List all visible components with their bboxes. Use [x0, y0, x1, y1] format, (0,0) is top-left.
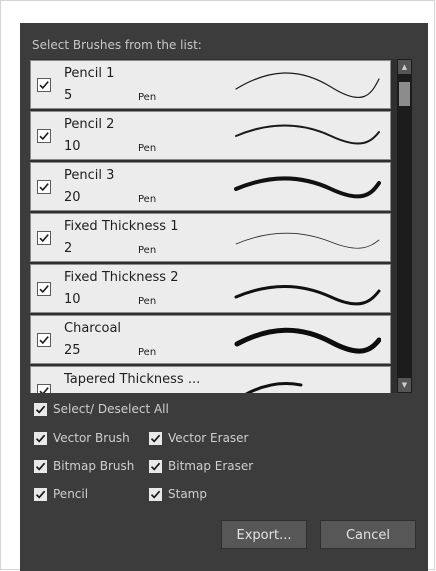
check-icon [150, 462, 161, 471]
scroll-down-arrow-icon[interactable]: ▼ [398, 378, 411, 392]
brush-row-fixed-thickness-1[interactable]: Fixed Thickness 1 2 Pen [30, 213, 391, 262]
brush-stroke-preview [234, 176, 381, 199]
export-brushes-dialog: Select Brushes from the list: Pencil 1 5… [20, 23, 428, 571]
option-label: Bitmap Eraser [168, 459, 254, 473]
bitmap-eraser-option[interactable]: Bitmap Eraser [149, 458, 253, 474]
brush-row-fixed-thickness-2[interactable]: Fixed Thickness 2 10 Pen [30, 264, 391, 313]
option-label: Select/ Deselect All [53, 402, 169, 416]
brush-checkbox[interactable] [37, 78, 51, 92]
cancel-button[interactable]: Cancel [320, 520, 416, 549]
brush-checkbox[interactable] [37, 333, 51, 347]
brush-name: Fixed Thickness 1 [64, 219, 179, 234]
bitmap-brush-option[interactable]: Bitmap Brush [34, 458, 134, 474]
brush-name: Pencil 1 [64, 66, 115, 81]
stamp-option[interactable]: Stamp [149, 486, 207, 502]
check-icon [150, 434, 161, 443]
brush-size: 25 [64, 343, 81, 358]
list-header-label: Select Brushes from the list: [32, 38, 202, 52]
brush-stroke-preview [234, 327, 381, 354]
checkbox[interactable] [149, 487, 162, 501]
brush-name: Charcoal [64, 321, 122, 336]
option-label: Vector Eraser [168, 431, 249, 445]
check-icon [35, 405, 46, 414]
check-icon [35, 462, 46, 471]
check-icon [39, 387, 49, 393]
brush-type: Pen [138, 143, 157, 154]
brush-list[interactable]: Pencil 1 5 Pen Pencil 2 10 Pen Pencil 3 … [30, 59, 412, 393]
brush-size: 20 [64, 190, 81, 205]
brush-name: Pencil 2 [64, 117, 115, 132]
checkbox[interactable] [149, 431, 162, 445]
check-icon [39, 183, 49, 192]
brush-type: Pen [138, 92, 157, 103]
brush-name: Fixed Thickness 2 [64, 270, 179, 285]
check-icon [35, 434, 46, 443]
brush-row-pencil-2[interactable]: Pencil 2 10 Pen [30, 111, 391, 160]
checkbox[interactable] [34, 487, 47, 501]
brush-row-pencil-1[interactable]: Pencil 1 5 Pen [30, 60, 391, 109]
brush-type: Pen [138, 194, 157, 205]
option-label: Stamp [168, 487, 207, 501]
brush-size: 2 [64, 241, 73, 256]
brush-checkbox[interactable] [37, 231, 51, 245]
export-button[interactable]: Export... [221, 520, 307, 549]
list-scrollbar[interactable]: ▲ ▼ [397, 59, 412, 393]
checkbox[interactable] [34, 431, 47, 445]
brush-type: Pen [138, 296, 157, 307]
brush-row-pencil-3[interactable]: Pencil 3 20 Pen [30, 162, 391, 211]
pencil-option[interactable]: Pencil [34, 486, 88, 502]
option-label: Bitmap Brush [53, 459, 135, 473]
brush-size: 10 [64, 139, 81, 154]
brush-row-charcoal[interactable]: Charcoal 25 Pen [30, 315, 391, 364]
check-icon [150, 490, 161, 499]
brush-stroke-preview [245, 382, 303, 393]
page-frame: Select Brushes from the list: Pencil 1 5… [0, 0, 435, 571]
brush-checkbox[interactable] [37, 282, 51, 296]
check-icon [35, 490, 46, 499]
brush-checkbox[interactable] [37, 129, 51, 143]
brush-stroke-preview [235, 124, 380, 145]
brush-row-tapered-thickness[interactable]: Tapered Thickness ... [30, 366, 391, 393]
check-icon [39, 132, 49, 141]
select-deselect-all-option[interactable]: Select/ Deselect All [34, 401, 169, 417]
brush-stroke-preview [235, 72, 380, 98]
checkbox[interactable] [34, 459, 47, 473]
brush-type: Pen [138, 245, 157, 256]
scrollbar-thumb[interactable] [399, 82, 410, 106]
vector-eraser-option[interactable]: Vector Eraser [149, 430, 249, 446]
check-icon [39, 336, 49, 345]
brush-stroke-preview [235, 232, 380, 249]
brush-name: Tapered Thickness ... [64, 372, 201, 387]
scroll-up-arrow-icon[interactable]: ▲ [398, 60, 411, 74]
check-icon [39, 285, 49, 294]
brush-type: Pen [138, 347, 157, 358]
checkbox[interactable] [149, 459, 162, 473]
check-icon [39, 234, 49, 243]
option-label: Vector Brush [53, 431, 130, 445]
vector-brush-option[interactable]: Vector Brush [34, 430, 130, 446]
check-icon [39, 81, 49, 90]
brush-checkbox[interactable] [37, 384, 51, 393]
brush-stroke-preview [234, 285, 381, 306]
brush-size: 10 [64, 292, 81, 307]
brush-checkbox[interactable] [37, 180, 51, 194]
option-label: Pencil [53, 487, 89, 501]
checkbox[interactable] [34, 402, 47, 416]
brush-name: Pencil 3 [64, 168, 115, 183]
brush-size: 5 [64, 88, 73, 103]
